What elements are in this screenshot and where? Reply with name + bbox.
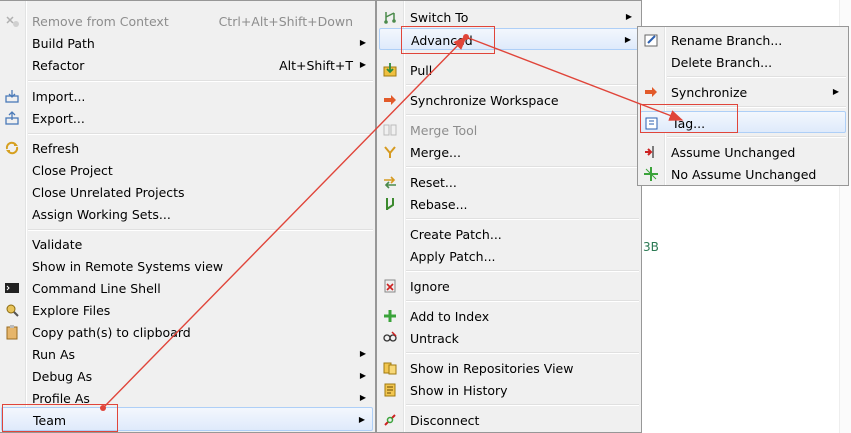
- menu-item-assume-unchanged[interactable]: Assume Unchanged: [640, 141, 846, 163]
- menu-item-create-patch[interactable]: Create Patch...: [379, 223, 639, 245]
- menu-separator: [406, 84, 639, 86]
- menu-item-merge-tool: Merge Tool: [379, 119, 639, 141]
- menu-item-run-as[interactable]: Run As ▶: [1, 343, 373, 365]
- menu-separator: [28, 133, 373, 135]
- menu-item-delete-branch[interactable]: Delete Branch...: [640, 51, 846, 73]
- submenu-arrow-icon: ▶: [359, 60, 366, 69]
- clipboard-icon: [6, 325, 18, 340]
- menu-item-apply-patch[interactable]: Apply Patch...: [379, 245, 639, 267]
- menu-item-refactor[interactable]: Refactor Alt+Shift+T ▶: [1, 54, 373, 76]
- menu-separator: [28, 229, 373, 231]
- menu-item-validate[interactable]: Validate: [1, 233, 373, 255]
- menu-item-close-project[interactable]: Close Project: [1, 159, 373, 181]
- menu-item-show-in-repositories[interactable]: Show in Repositories View: [379, 357, 639, 379]
- menu-item-reset[interactable]: Reset...: [379, 171, 639, 193]
- synchronize-icon: [384, 95, 396, 105]
- submenu-arrow-icon: ▶: [624, 35, 631, 44]
- import-icon: [5, 90, 19, 103]
- menu-item-remove-from-context: Remove from Context Ctrl+Alt+Shift+Down: [1, 10, 373, 32]
- submenu-arrow-icon: ▶: [359, 38, 366, 47]
- submenu-arrow-icon: ▶: [359, 349, 366, 358]
- menu-item-synchronize-workspace[interactable]: Synchronize Workspace: [379, 89, 639, 111]
- ignore-icon: [384, 279, 396, 293]
- terminal-icon: [5, 283, 19, 293]
- repositories-icon: [383, 362, 397, 375]
- rename-branch-icon: [644, 34, 658, 47]
- menu-item-rebase[interactable]: Rebase...: [379, 193, 639, 215]
- menu-item-copy-path[interactable]: Copy path(s) to clipboard: [1, 321, 373, 343]
- menu-item-team[interactable]: Team ▶: [1, 407, 373, 431]
- menu-item-refresh[interactable]: Refresh: [1, 137, 373, 159]
- remove-context-icon: [6, 16, 19, 27]
- submenu-arrow-icon: ▶: [625, 12, 632, 21]
- menu-item-synchronize[interactable]: Synchronize ▶: [640, 81, 846, 103]
- menu-item-rename-branch[interactable]: Rename Branch...: [640, 29, 846, 51]
- menu-item-profile-as[interactable]: Profile As ▶: [1, 387, 373, 409]
- menu-separator: [667, 76, 846, 78]
- explore-files-icon: [6, 304, 19, 317]
- menu-separator: [406, 114, 639, 116]
- switch-branch-icon: [384, 12, 396, 24]
- assume-unchanged-icon: [645, 146, 654, 158]
- merge-icon: [384, 146, 396, 158]
- menu-item-no-assume-unchanged[interactable]: No Assume Unchanged: [640, 163, 846, 185]
- export-icon: [5, 111, 19, 125]
- menu-item-tag[interactable]: Tag...: [640, 111, 846, 133]
- menu-item-command-line-shell[interactable]: Command Line Shell: [1, 277, 373, 299]
- background-text: 3B: [643, 240, 659, 254]
- menu-separator: [406, 352, 639, 354]
- menu-item-export[interactable]: Export...: [1, 107, 373, 129]
- synchronize-icon: [645, 87, 657, 97]
- history-icon: [384, 383, 396, 397]
- menu-item-disconnect[interactable]: Disconnect: [379, 409, 639, 431]
- menu-item-switch-to[interactable]: Switch To ▶: [379, 6, 639, 28]
- menu-item-merge[interactable]: Merge...: [379, 141, 639, 163]
- disconnect-icon: [384, 414, 396, 426]
- menu-separator: [667, 136, 846, 138]
- pull-icon: [383, 63, 397, 77]
- advanced-submenu: Rename Branch... Delete Branch... Synchr…: [637, 26, 849, 186]
- menu-item-import[interactable]: Import...: [1, 85, 373, 107]
- menu-item-explore-files[interactable]: Explore Files: [1, 299, 373, 321]
- add-index-icon: [384, 310, 396, 322]
- menu-separator: [28, 80, 373, 82]
- menu-item-pull[interactable]: Pull: [379, 59, 639, 81]
- submenu-arrow-icon: ▶: [359, 393, 366, 402]
- menu-item-show-in-remote-systems[interactable]: Show in Remote Systems view: [1, 255, 373, 277]
- menu-item-close-unrelated-projects[interactable]: Close Unrelated Projects: [1, 181, 373, 203]
- menu-item-untrack[interactable]: Untrack: [379, 327, 639, 349]
- tag-icon: [645, 117, 658, 130]
- refresh-icon: [5, 141, 19, 155]
- team-submenu: Switch To ▶ Advanced ▶ Pull Synchronize …: [376, 0, 642, 433]
- reset-icon: [384, 176, 396, 189]
- menu-item-add-to-index[interactable]: Add to Index: [379, 305, 639, 327]
- submenu-arrow-icon: ▶: [832, 87, 839, 96]
- submenu-arrow-icon: ▶: [359, 371, 366, 380]
- untrack-icon: [383, 331, 397, 342]
- menu-separator: [406, 404, 639, 406]
- rebase-icon: [386, 198, 394, 210]
- no-assume-unchanged-icon: [644, 167, 658, 181]
- context-menu: Remove from Context Ctrl+Alt+Shift+Down …: [0, 0, 376, 433]
- menu-item-ignore[interactable]: Ignore: [379, 275, 639, 297]
- menu-item-build-path[interactable]: Build Path ▶: [1, 32, 373, 54]
- menu-item-advanced[interactable]: Advanced ▶: [379, 28, 639, 50]
- menu-item-show-in-history[interactable]: Show in History: [379, 379, 639, 401]
- menu-item-assign-working-sets[interactable]: Assign Working Sets...: [1, 203, 373, 225]
- menu-separator: [406, 218, 639, 220]
- menu-separator: [406, 270, 639, 272]
- menu-separator: [667, 106, 846, 108]
- menu-separator: [406, 166, 639, 168]
- menu-separator: [406, 300, 639, 302]
- menu-item-debug-as[interactable]: Debug As ▶: [1, 365, 373, 387]
- merge-tool-icon: [383, 124, 397, 136]
- submenu-arrow-icon: ▶: [358, 415, 365, 424]
